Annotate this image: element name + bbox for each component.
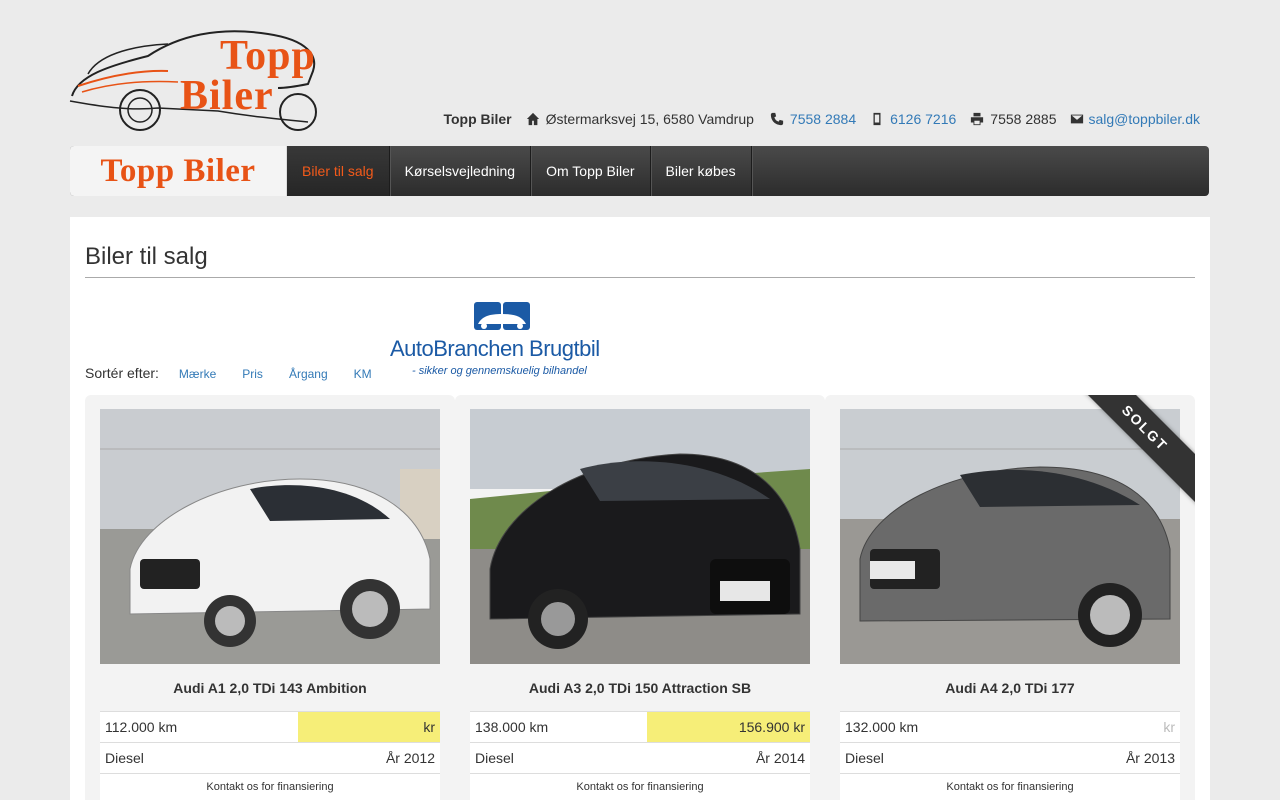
car-km: 132.000 km bbox=[845, 719, 919, 735]
navbar-brand-text: Topp Biler bbox=[100, 152, 256, 189]
car-card[interactable]: Audi A1 2,0 TDi 143 Ambition 112.000 km … bbox=[85, 395, 455, 800]
navbar-brand[interactable]: Topp Biler bbox=[70, 146, 287, 196]
sort-by-km[interactable]: KM bbox=[354, 367, 372, 381]
fax-item: 7558 2885 bbox=[970, 111, 1056, 127]
car-year: År 2013 bbox=[1125, 750, 1175, 766]
spec-row-km-price: 112.000 km kr bbox=[100, 711, 440, 742]
address-text: Østermarksvej 15, 6580 Vamdrup bbox=[545, 111, 754, 127]
contact-bar: Topp Biler Østermarksvej 15, 6580 Vamdru… bbox=[443, 111, 1200, 127]
nav-item-biler-til-salg[interactable]: Biler til salg bbox=[287, 146, 390, 196]
spec-row-fuel-year: Diesel År 2012 bbox=[100, 742, 440, 773]
home-icon bbox=[526, 112, 539, 126]
car-year: År 2014 bbox=[755, 750, 805, 766]
logo-wordmark: Topp Biler bbox=[180, 33, 316, 119]
nav-item-biler-kobes[interactable]: Biler købes bbox=[651, 146, 752, 196]
car-specs: 132.000 km kr Diesel År 2013 Kontakt os … bbox=[840, 711, 1180, 800]
car-year: År 2012 bbox=[385, 750, 435, 766]
sort-label: Sortér efter: bbox=[85, 365, 159, 381]
car-price: kr bbox=[298, 712, 440, 742]
mobile-item: 6126 7216 bbox=[870, 111, 956, 127]
car-specs: 138.000 km 156.900 kr Diesel År 2014 Kon… bbox=[470, 711, 810, 800]
title-divider bbox=[85, 277, 1195, 278]
company-name: Topp Biler bbox=[443, 111, 512, 127]
spec-row-km-price: 132.000 km kr bbox=[840, 711, 1180, 742]
nav-item-om-topp-biler[interactable]: Om Topp Biler bbox=[531, 146, 651, 196]
car-km: 138.000 km bbox=[475, 719, 549, 735]
logo-line-1: Topp bbox=[220, 33, 316, 79]
autobranchen-badge[interactable]: AutoBranchen Brugtbil - sikker og gennem… bbox=[390, 302, 614, 380]
car-finance-note[interactable]: Kontakt os for finansiering bbox=[470, 773, 810, 800]
phone-link[interactable]: 7558 2884 bbox=[790, 111, 856, 127]
car-photo-image bbox=[840, 409, 1180, 664]
car-specs: 112.000 km kr Diesel År 2012 Kontakt os … bbox=[100, 711, 440, 800]
sort-by-price[interactable]: Pris bbox=[242, 367, 263, 381]
autobranchen-tagline: - sikker og gennemskuelig bilhandel bbox=[412, 365, 587, 377]
autobranchen-name: AutoBranchen Brugtbil bbox=[390, 336, 600, 361]
car-finance-note[interactable]: Kontakt os for finansiering bbox=[840, 773, 1180, 800]
car-photo[interactable] bbox=[840, 409, 1180, 664]
car-model[interactable]: Audi A1 2,0 TDi 143 Ambition bbox=[100, 680, 440, 696]
car-card[interactable]: Audi A3 2,0 TDi 150 Attraction SB 138.00… bbox=[455, 395, 825, 800]
phone-icon bbox=[770, 112, 784, 126]
fax-text: 7558 2885 bbox=[990, 111, 1057, 127]
car-price: kr bbox=[1163, 719, 1175, 735]
fax-icon bbox=[971, 112, 984, 126]
sort-bar: Sortér efter: Mærke Pris Årgang KM bbox=[85, 365, 398, 381]
content-panel: Biler til salg AutoBranchen Brugtbil - s… bbox=[70, 217, 1210, 800]
mobile-link[interactable]: 6126 7216 bbox=[890, 111, 956, 127]
car-fuel: Diesel bbox=[105, 750, 144, 766]
envelope-icon bbox=[1071, 114, 1084, 124]
nav-item-korselsvejledning[interactable]: Kørselsvejledning bbox=[390, 146, 532, 196]
car-photo-image bbox=[100, 409, 440, 664]
car-photo[interactable] bbox=[100, 409, 440, 664]
spec-row-km-price: 138.000 km 156.900 kr bbox=[470, 711, 810, 742]
car-km: 112.000 km bbox=[105, 719, 178, 735]
car-model[interactable]: Audi A3 2,0 TDi 150 Attraction SB bbox=[470, 680, 810, 696]
email-item: salg@toppbiler.dk bbox=[1070, 111, 1200, 127]
car-price: 156.900 kr bbox=[647, 712, 810, 742]
site-logo[interactable]: Topp Biler bbox=[68, 26, 334, 134]
car-fuel: Diesel bbox=[845, 750, 884, 766]
email-link[interactable]: salg@toppbiler.dk bbox=[1088, 111, 1200, 127]
phone-item: 7558 2884 bbox=[770, 111, 856, 127]
spec-row-fuel-year: Diesel År 2014 bbox=[470, 742, 810, 773]
sort-by-brand[interactable]: Mærke bbox=[179, 367, 216, 381]
spec-row-fuel-year: Diesel År 2013 bbox=[840, 742, 1180, 773]
car-photo[interactable] bbox=[470, 409, 810, 664]
car-finance-note[interactable]: Kontakt os for finansiering bbox=[100, 773, 440, 800]
main-navbar: Topp Biler Biler til salg Kørselsvejledn… bbox=[70, 146, 1209, 196]
sort-by-year[interactable]: Årgang bbox=[289, 367, 328, 381]
car-card[interactable]: SOLGT Audi A4 2,0 TDi 177 132.000 km kr … bbox=[825, 395, 1195, 800]
car-photo-image bbox=[470, 409, 810, 664]
logo-line-2: Biler bbox=[180, 73, 274, 119]
mobile-icon bbox=[873, 112, 881, 126]
page-title: Biler til salg bbox=[85, 243, 208, 270]
address-item: Østermarksvej 15, 6580 Vamdrup bbox=[526, 111, 754, 127]
car-model[interactable]: Audi A4 2,0 TDi 177 bbox=[840, 680, 1180, 696]
car-fuel: Diesel bbox=[475, 750, 514, 766]
